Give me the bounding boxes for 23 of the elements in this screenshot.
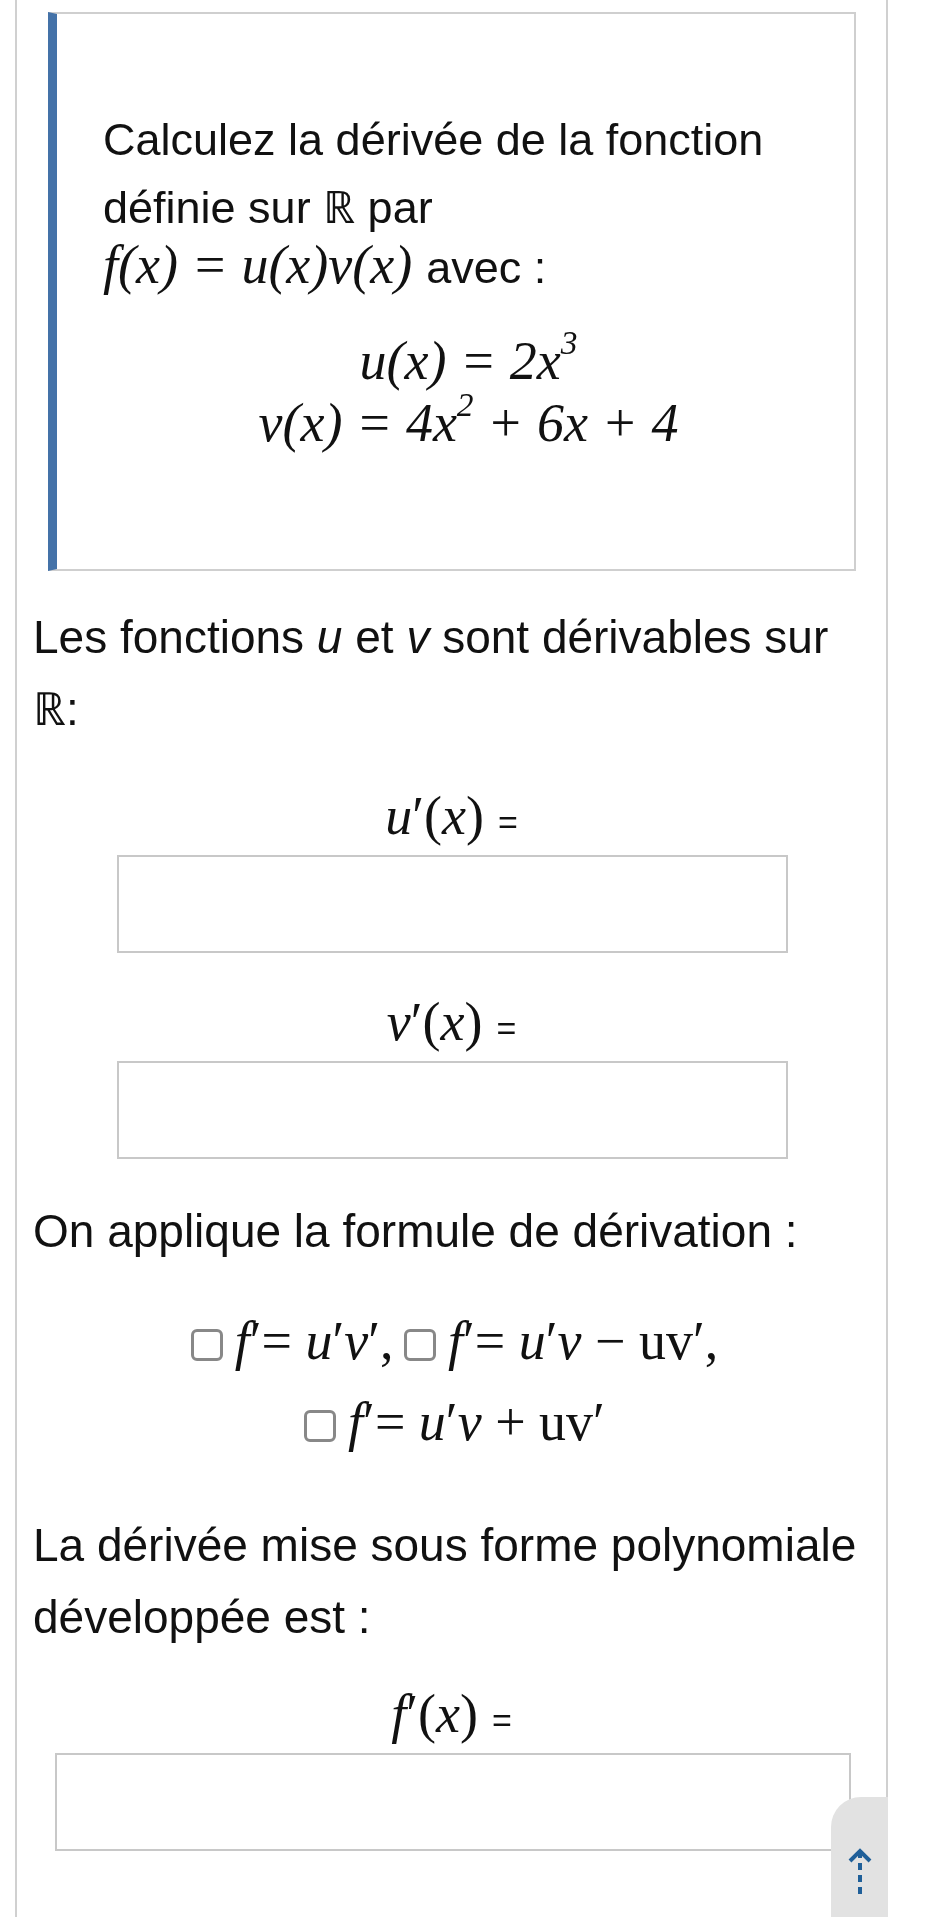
prompt-text: Les fonctions u et v sont dérivables sur ℝ: [33,610,830,737]
equals-sign: = [491,1701,512,1740]
checkbox[interactable] [190,1329,223,1361]
prompt-text: On applique la formule de dérivation : [33,1204,799,1259]
option-label: f′= u′v − uv′, [448,1311,719,1371]
checkbox[interactable] [404,1329,436,1361]
formula: f(x) = u(x)v(x) [103,234,413,296]
option-label: f′= u′v′, [234,1311,394,1371]
field-label: v′(x) [386,991,483,1053]
formula-suffix: avec : [426,242,547,294]
function-definition: v(x) = 4x$^{2}$ + 6x + 4 [258,392,679,454]
answer-field[interactable] [117,1061,788,1159]
answer-field[interactable] [55,1753,851,1851]
scroll-to-top-button[interactable] [831,1797,888,1917]
answer-field[interactable] [117,855,788,953]
prompt-text: La dérivée mise sous forme polynomiale développée est : [33,1518,858,1645]
checkbox[interactable] [304,1410,337,1442]
function-definition: u(x) = 2x$^{3}$ [359,330,578,392]
equals-sign: = [497,803,518,842]
option-label: f′= u′v + uv′ [348,1392,605,1452]
equals-sign: = [496,1009,517,1048]
field-label: u′(x) [385,785,484,847]
field-label: f′(x) [391,1683,478,1745]
